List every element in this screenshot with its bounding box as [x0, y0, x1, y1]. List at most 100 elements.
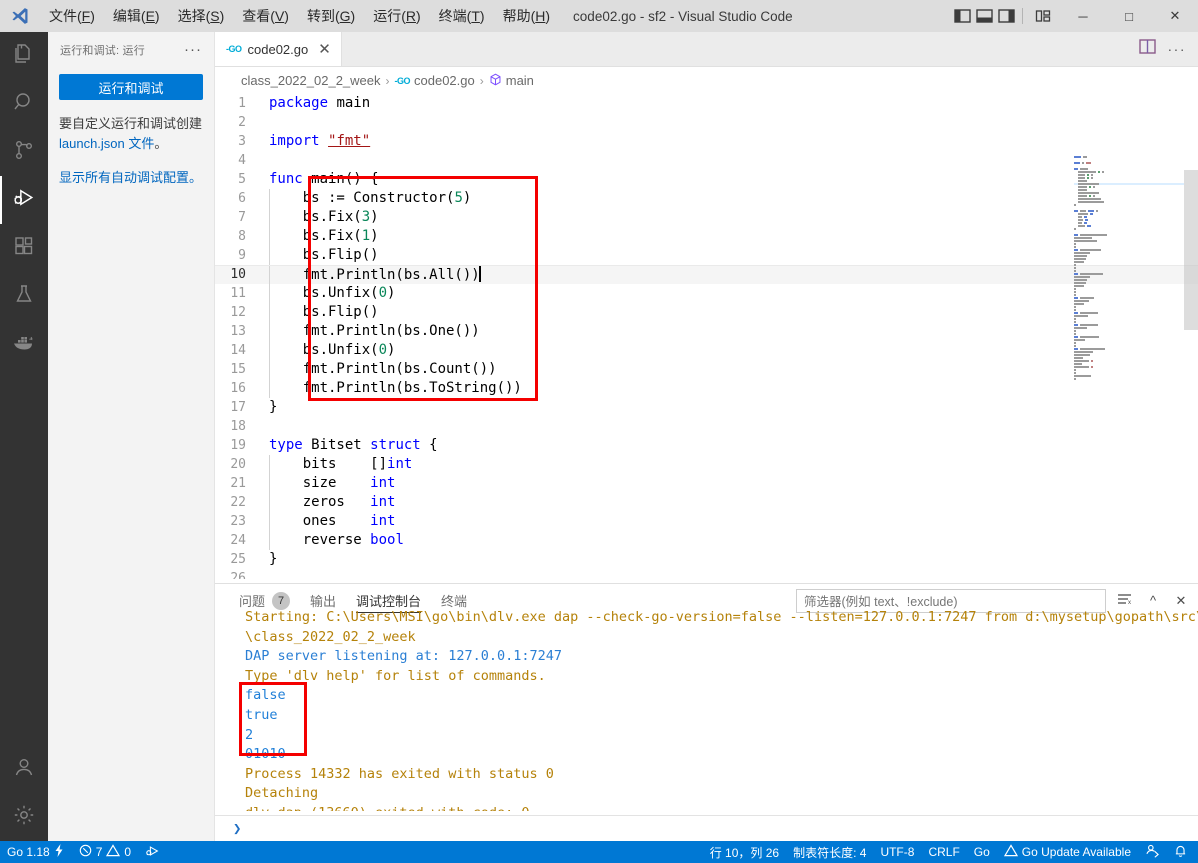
code-text: reverse bool	[269, 532, 404, 548]
menu-item-terminal[interactable]: 终端(T)	[430, 0, 494, 32]
minimap-line	[1074, 336, 1184, 338]
code-line[interactable]: 9 bs.Flip()	[215, 246, 1198, 265]
sidebar-item-search[interactable]	[0, 80, 48, 128]
menu-item-file[interactable]: 文件(F)	[40, 0, 104, 32]
problems-badge: 7	[272, 591, 291, 610]
minimize-button[interactable]: ─	[1060, 0, 1106, 32]
toggle-panel-icon[interactable]	[976, 9, 993, 23]
sidebar-item-explorer[interactable]	[0, 32, 48, 80]
status-remote-host[interactable]	[1138, 841, 1167, 863]
breadcrumb-symbol-label: main	[505, 73, 534, 88]
toggle-secondary-sidebar-icon[interactable]	[998, 9, 1015, 23]
chevron-up-icon[interactable]: ^	[1144, 593, 1162, 608]
status-language-mode[interactable]: Go	[967, 841, 997, 863]
minimap-line	[1074, 264, 1184, 266]
split-editor-icon[interactable]	[1138, 39, 1156, 59]
code-line[interactable]: 19 type Bitset struct {	[215, 436, 1198, 455]
code-text: }	[269, 551, 278, 567]
code-line[interactable]: 7 bs.Fix(3)	[215, 208, 1198, 227]
status-go-version[interactable]: Go 1.18	[0, 841, 72, 863]
breadcrumb-item-symbol[interactable]: main	[489, 73, 534, 89]
minimap-line	[1074, 270, 1184, 272]
status-encoding[interactable]: UTF-8	[873, 841, 921, 863]
minimap-line	[1074, 237, 1184, 239]
sidebar-item-extensions[interactable]	[0, 224, 48, 272]
code-line[interactable]: 23 ones int	[215, 512, 1198, 531]
line-number: 23	[230, 514, 246, 529]
close-icon[interactable]: ✕	[1172, 593, 1190, 609]
sidebar-item-manage[interactable]	[0, 793, 48, 841]
side-bar: 运行和调试: 运行 ··· 运行和调试 要自定义运行和调试创建 launch.j…	[48, 32, 215, 841]
code-line[interactable]: 11 bs.Unfix(0)	[215, 284, 1198, 303]
code-line[interactable]: 1 package main	[215, 94, 1198, 113]
code-line[interactable]: 21 size int	[215, 474, 1198, 493]
code-line[interactable]: 10 fmt.Println(bs.All())	[215, 264, 1198, 284]
minimap[interactable]	[1074, 156, 1184, 579]
line-number: 20	[230, 457, 246, 472]
toggle-primary-sidebar-icon[interactable]	[954, 9, 971, 23]
menu-item-selection[interactable]: 选择(S)	[169, 0, 234, 32]
code-line[interactable]: 3 import "fmt"	[215, 132, 1198, 151]
warning-icon	[1003, 844, 1018, 860]
run-and-debug-button[interactable]: 运行和调试	[59, 74, 203, 100]
status-go-update[interactable]: Go Update Available	[997, 841, 1138, 863]
show-all-debug-configs-link[interactable]: 显示所有自动调试配置。	[59, 168, 203, 188]
menu-item-view[interactable]: 查看(V)	[233, 0, 298, 32]
code-line[interactable]: 20 bits []int	[215, 455, 1198, 474]
code-line[interactable]: 16 fmt.Println(bs.ToString())	[215, 379, 1198, 398]
close-icon[interactable]: ✕	[318, 42, 331, 57]
minimap-line	[1074, 363, 1184, 365]
status-bar: Go 1.18 7 0 行 10，列 26 制表符长度: 4 UTF-8 CRL…	[0, 841, 1198, 863]
maximize-button[interactable]: □	[1106, 0, 1152, 32]
code-editor[interactable]: 1 package main 2 3 import "fmt" 4 5 func main()…	[215, 94, 1198, 579]
code-line[interactable]: 5 func main() {	[215, 170, 1198, 189]
minimap-line	[1074, 192, 1184, 194]
sidebar-more-actions-button[interactable]: ···	[184, 41, 208, 58]
code-line[interactable]: 25}	[215, 550, 1198, 569]
editor-vertical-scrollbar[interactable]	[1184, 156, 1198, 579]
code-line[interactable]: 18	[215, 417, 1198, 436]
gear-icon	[12, 803, 36, 832]
code-line[interactable]: 22 zeros int	[215, 493, 1198, 512]
code-line[interactable]: 15 fmt.Println(bs.Count())	[215, 360, 1198, 379]
menu-item-run[interactable]: 运行(R)	[364, 0, 429, 32]
status-tab-size[interactable]: 制表符长度: 4	[786, 841, 873, 863]
sidebar-item-source-control[interactable]	[0, 128, 48, 176]
menu-item-edit[interactable]: 编辑(E)	[104, 0, 169, 32]
code-line[interactable]: 2	[215, 113, 1198, 132]
code-line[interactable]: 17}	[215, 398, 1198, 417]
divider	[1022, 8, 1023, 24]
sidebar-item-run-and-debug[interactable]	[0, 176, 48, 224]
launch-json-link[interactable]: launch.json 文件	[59, 136, 154, 151]
breadcrumb-item-folder[interactable]: class_2022_02_2_week	[241, 73, 381, 88]
menu-item-help[interactable]: 帮助(H)	[494, 0, 559, 32]
code-line[interactable]: 6 bs := Constructor(5)	[215, 189, 1198, 208]
debug-console-input-row[interactable]: ❯	[215, 815, 1198, 841]
sidebar-item-accounts[interactable]	[0, 745, 48, 793]
code-line[interactable]: 24 reverse bool	[215, 531, 1198, 550]
status-debug[interactable]	[138, 841, 168, 863]
close-button[interactable]: ✕	[1152, 0, 1198, 32]
status-eol[interactable]: CRLF	[921, 841, 966, 863]
menu-item-goto[interactable]: 转到(G)	[298, 0, 364, 32]
sidebar-item-docker[interactable]	[0, 320, 48, 368]
scrollbar-thumb[interactable]	[1184, 170, 1198, 330]
breadcrumb-item-file[interactable]: -GO code02.go	[395, 73, 475, 88]
code-line[interactable]: 4	[215, 151, 1198, 170]
editor-tab-code02-go[interactable]: -GO code02.go ✕	[215, 32, 342, 66]
customize-layout-icon[interactable]	[1035, 9, 1052, 23]
code-line[interactable]: 13 fmt.Println(bs.One())	[215, 322, 1198, 341]
status-cursor-position[interactable]: 行 10，列 26	[703, 841, 786, 863]
code-line[interactable]: 12 bs.Flip()	[215, 303, 1198, 322]
debug-console-output[interactable]: Starting: C:\Users\MSI\go\bin\dlv.exe da…	[215, 608, 1198, 811]
code-line[interactable]: 26	[215, 569, 1198, 579]
code-line[interactable]: 14 bs.Unfix(0)	[215, 341, 1198, 360]
code-line[interactable]: 8 bs.Fix(1)	[215, 227, 1198, 246]
clear-all-icon[interactable]: x	[1116, 592, 1134, 609]
code-text: size int	[269, 475, 396, 491]
menu-bar[interactable]: 文件(F) 编辑(E) 选择(S) 查看(V) 转到(G) 运行(R) 终端(T…	[40, 0, 559, 32]
status-problems[interactable]: 7 0	[72, 841, 138, 863]
status-notifications[interactable]	[1167, 841, 1194, 863]
sidebar-item-testing[interactable]	[0, 272, 48, 320]
ellipsis-icon[interactable]: ···	[1168, 41, 1187, 57]
